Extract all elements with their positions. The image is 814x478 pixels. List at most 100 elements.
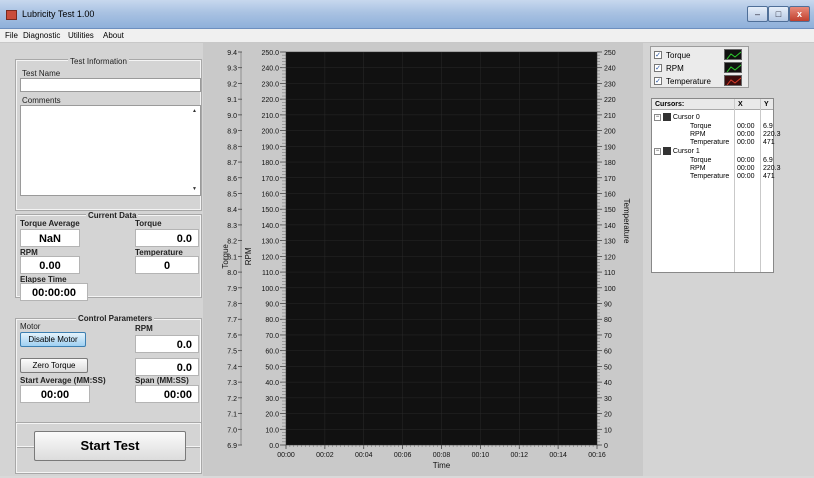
rpm-tick-label: 40.0 bbox=[265, 380, 279, 387]
cursor-1-temperature-label: Temperature bbox=[690, 173, 730, 180]
temperature-tick-label: 190 bbox=[604, 144, 616, 151]
torque-axis-label: Torque bbox=[221, 244, 230, 269]
rpm-tick-label: 70.0 bbox=[265, 333, 279, 340]
rpm-tick-label: 180.0 bbox=[261, 160, 279, 167]
cursor-table[interactable]: Cursors: X Y − Cursor 0 Torque 00:00 6.9… bbox=[651, 98, 781, 273]
temperature-checkbox[interactable]: ✓ bbox=[654, 77, 662, 85]
rpm-tick-label: 210.0 bbox=[261, 113, 279, 120]
time-tick-label: 00:02 bbox=[316, 452, 334, 459]
temperature-tick-label: 160 bbox=[604, 191, 616, 198]
collapse-icon[interactable]: − bbox=[654, 147, 661, 155]
window-title: Lubricity Test 1.00 bbox=[22, 9, 95, 19]
rpm-tick-label: 120.0 bbox=[261, 254, 279, 261]
torque-tick-label: 7.0 bbox=[227, 427, 237, 434]
test-name-label: Test Name bbox=[22, 69, 61, 78]
rpm-tick-label: 20.0 bbox=[265, 412, 279, 419]
cursor-icon bbox=[662, 147, 671, 155]
time-tick-label: 00:06 bbox=[394, 452, 412, 459]
temperature-tick-label: 250 bbox=[604, 50, 616, 57]
temperature-swatch-icon[interactable] bbox=[724, 75, 742, 86]
rpm-tick-label: 30.0 bbox=[265, 396, 279, 403]
temperature-tick-label: 60 bbox=[604, 349, 612, 356]
span-input[interactable]: 00:00 bbox=[135, 385, 199, 403]
torque-tick-label: 8.4 bbox=[227, 207, 237, 214]
cursor-icon bbox=[662, 113, 671, 121]
torque-average-label: Torque Average bbox=[20, 219, 80, 228]
maximize-button[interactable]: □ bbox=[768, 6, 789, 22]
menu-diagnostic[interactable]: Diagnostic bbox=[23, 31, 60, 40]
temperature-tick-label: 10 bbox=[604, 427, 612, 434]
rpm-swatch-icon[interactable] bbox=[724, 62, 742, 73]
temperature-tick-label: 40 bbox=[604, 380, 612, 387]
torque-tick-label: 9.1 bbox=[227, 97, 237, 104]
torque-tick-label: 8.3 bbox=[227, 223, 237, 230]
rpm-tick-label: 220.0 bbox=[261, 97, 279, 104]
temperature-tick-label: 240 bbox=[604, 66, 616, 73]
torque-checkbox[interactable]: ✓ bbox=[654, 51, 662, 59]
temperature-tick-label: 130 bbox=[604, 239, 616, 246]
scroll-up-icon[interactable]: ▲ bbox=[192, 108, 197, 114]
collapse-icon[interactable]: − bbox=[654, 113, 661, 121]
cursor-1-row[interactable]: − Cursor 1 bbox=[654, 147, 700, 155]
menu-utilities[interactable]: Utilities bbox=[68, 31, 94, 40]
temperature-tick-label: 120 bbox=[604, 254, 616, 261]
cursor-0-temperature-x: 00:00 bbox=[737, 139, 755, 146]
motor-label: Motor bbox=[20, 322, 41, 331]
control-rpm-input[interactable]: 0.0 bbox=[135, 335, 199, 353]
test-info-title: Test Information bbox=[68, 57, 129, 66]
control-params-title: Control Parameters bbox=[76, 314, 155, 323]
rpm-tick-label: 160.0 bbox=[261, 191, 279, 198]
temperature-tick-label: 70 bbox=[604, 333, 612, 340]
menu-about[interactable]: About bbox=[103, 31, 124, 40]
menu-file[interactable]: File bbox=[5, 31, 18, 40]
temperature-tick-label: 110 bbox=[604, 270, 615, 277]
torque-label: Torque bbox=[135, 219, 162, 228]
temperature-tick-label: 50 bbox=[604, 364, 612, 371]
torque-tick-label: 7.5 bbox=[227, 349, 237, 356]
close-button[interactable]: x bbox=[789, 6, 810, 22]
temperature-tick-label: 90 bbox=[604, 302, 612, 309]
torque-tick-label: 9.4 bbox=[227, 50, 237, 57]
legend-rpm[interactable]: ✓ RPM bbox=[654, 62, 749, 75]
torque-tick-label: 7.2 bbox=[227, 396, 237, 403]
time-tick-label: 00:14 bbox=[549, 452, 567, 459]
torque-tick-label: 8.9 bbox=[227, 129, 237, 136]
cursor-1-temperature-y: 471 bbox=[763, 173, 775, 180]
torque-tick-label: 9.3 bbox=[227, 66, 237, 73]
legend-torque[interactable]: ✓ Torque bbox=[654, 49, 749, 62]
time-tick-label: 00:16 bbox=[588, 452, 606, 459]
x-header: X bbox=[738, 101, 743, 108]
legend-rpm-label: RPM bbox=[666, 64, 684, 73]
time-tick-label: 00:00 bbox=[277, 452, 295, 459]
legend-temperature-label: Temperature bbox=[666, 77, 711, 86]
torque-tick-label: 9.2 bbox=[227, 81, 237, 88]
legend-temperature[interactable]: ✓ Temperature bbox=[654, 75, 749, 88]
disable-motor-button[interactable]: Disable Motor bbox=[20, 332, 86, 347]
test-name-input[interactable] bbox=[20, 78, 201, 92]
minimize-button[interactable]: – bbox=[747, 6, 768, 22]
rpm-checkbox[interactable]: ✓ bbox=[654, 64, 662, 72]
start-test-button[interactable]: Start Test bbox=[34, 431, 186, 461]
cursor-0-row[interactable]: − Cursor 0 bbox=[654, 113, 700, 121]
cursor-0-torque-x: 00:00 bbox=[737, 123, 755, 130]
torque-tick-label: 7.9 bbox=[227, 286, 237, 293]
comments-textarea[interactable] bbox=[20, 105, 201, 196]
rpm-tick-label: 130.0 bbox=[261, 239, 279, 246]
temperature-tick-label: 150 bbox=[604, 207, 616, 214]
torque-tick-label: 8.7 bbox=[227, 160, 237, 167]
torque-tick-label: 6.9 bbox=[227, 443, 237, 450]
torque-swatch-icon[interactable] bbox=[724, 49, 742, 60]
time-tick-label: 00:10 bbox=[472, 452, 490, 459]
temperature-tick-label: 230 bbox=[604, 81, 616, 88]
start-average-input[interactable]: 00:00 bbox=[20, 385, 90, 403]
cursor-0-torque-label: Torque bbox=[690, 123, 712, 130]
rpm-tick-label: 200.0 bbox=[261, 129, 279, 136]
torque-tick-label: 8.5 bbox=[227, 191, 237, 198]
temperature-tick-label: 100 bbox=[604, 286, 616, 293]
torque-tick-label: 7.7 bbox=[227, 317, 237, 324]
scroll-down-icon[interactable]: ▼ bbox=[192, 186, 197, 192]
zero-torque-button[interactable]: Zero Torque bbox=[20, 358, 88, 373]
cursor-1-temperature-x: 00:00 bbox=[737, 173, 755, 180]
time-tick-label: 00:12 bbox=[510, 452, 528, 459]
cursor-1-torque-x: 00:00 bbox=[737, 157, 755, 164]
